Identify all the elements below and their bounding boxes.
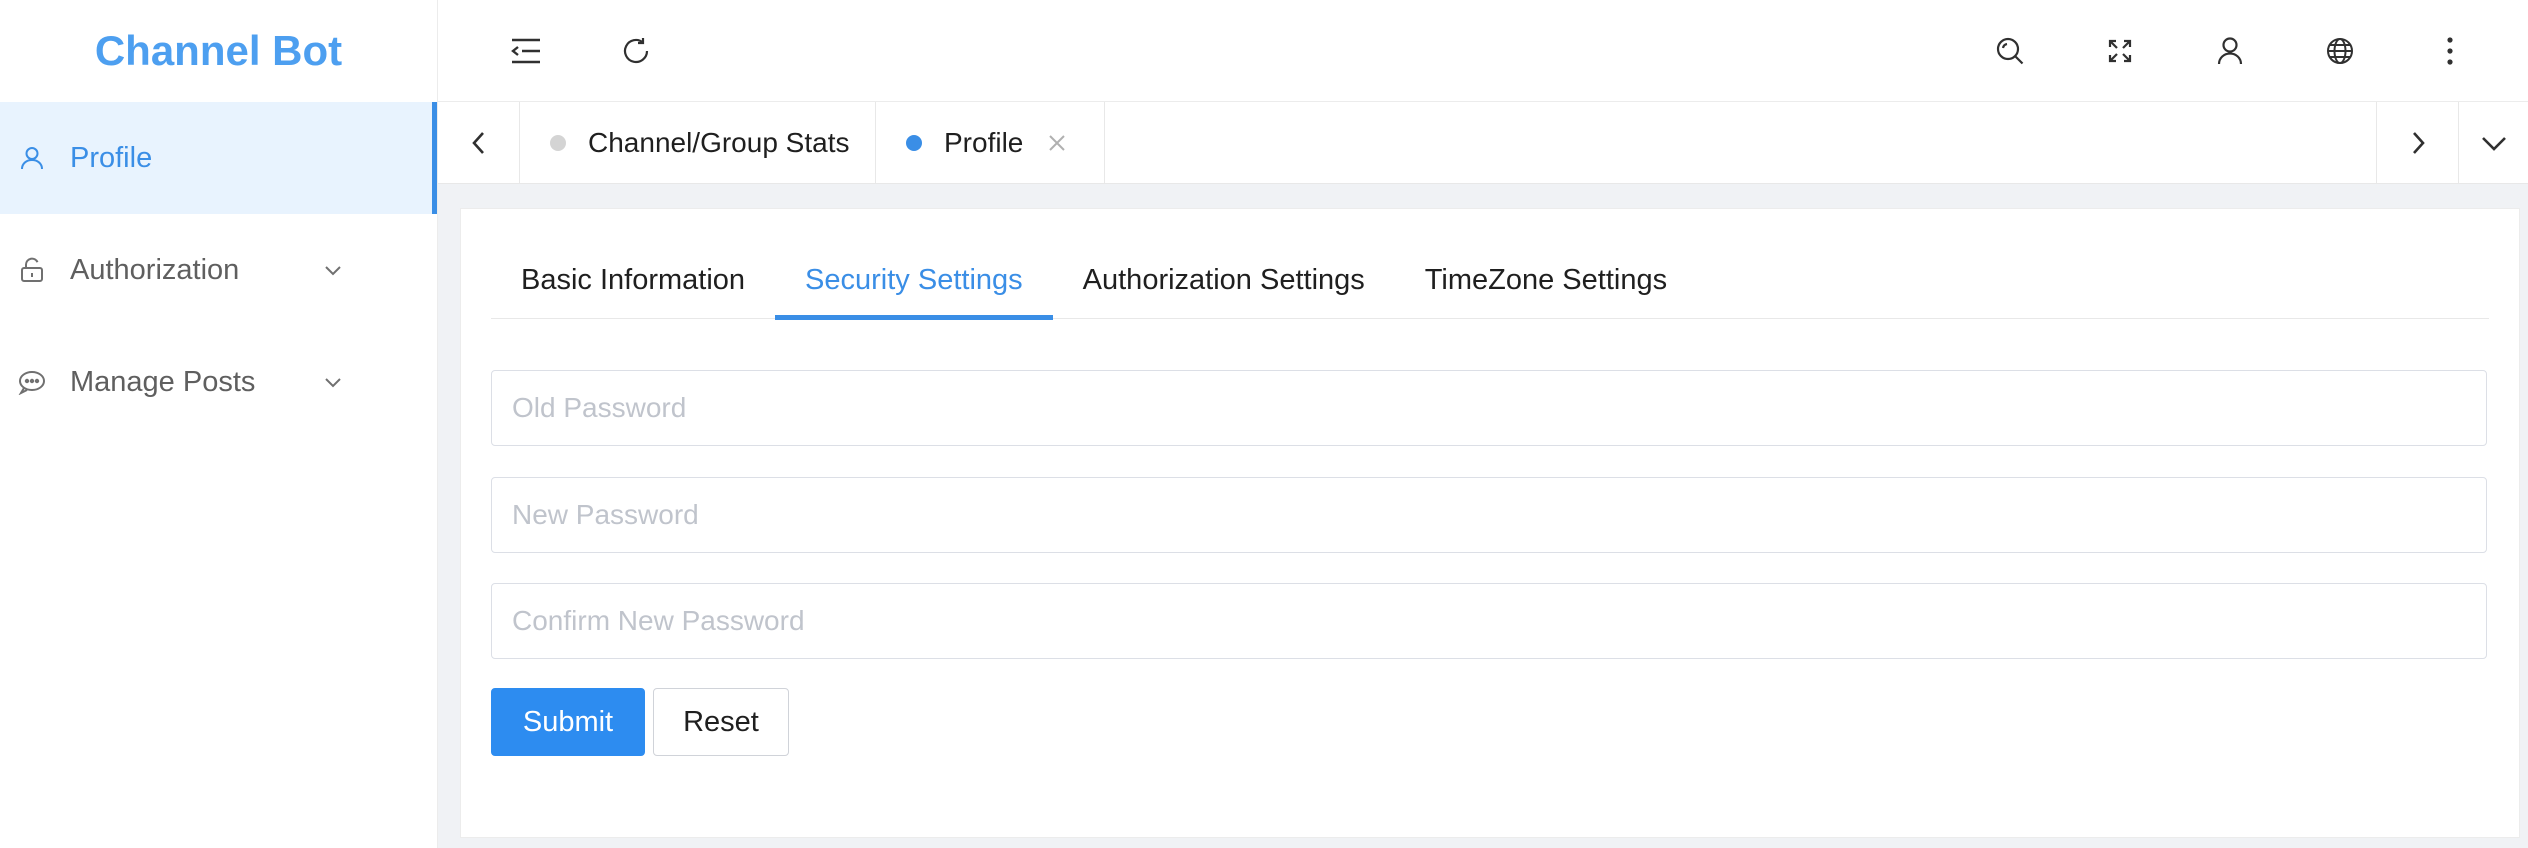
profile-tabs: Basic Information Security Settings Auth… [491, 241, 2489, 320]
submit-button[interactable]: Submit [491, 688, 645, 756]
sidebar: Channel Bot Profile Authorization Manage… [0, 0, 438, 848]
chevron-down-icon [2481, 137, 2506, 151]
tab-security-settings[interactable]: Security Settings [775, 241, 1053, 320]
globe-icon[interactable] [2318, 29, 2362, 73]
search-icon[interactable] [1988, 29, 2032, 73]
sidebar-item-manage-posts[interactable]: Manage Posts [0, 326, 437, 438]
tab-channel-group-stats[interactable]: Channel/Group Stats [520, 102, 876, 184]
sidebar-item-authorization[interactable]: Authorization [0, 214, 437, 326]
scroll-left-button[interactable] [438, 102, 520, 184]
user-icon[interactable] [2208, 29, 2252, 73]
new-password-field[interactable] [491, 477, 2487, 553]
top-header [438, 0, 2528, 102]
tabs-menu-button[interactable] [2458, 102, 2528, 184]
tab-timezone-settings[interactable]: TimeZone Settings [1395, 241, 1697, 319]
scroll-right-button[interactable] [2376, 102, 2458, 184]
tab-label: Profile [944, 127, 1024, 158]
sidebar-item-profile[interactable]: Profile [0, 102, 437, 214]
tab-profile[interactable]: Profile [876, 102, 1105, 184]
old-password-field[interactable] [491, 370, 2487, 446]
tab-authorization-settings[interactable]: Authorization Settings [1053, 241, 1395, 319]
open-tabs-bar: Channel/Group Stats Profile [438, 102, 2528, 184]
chevron-down-icon [325, 378, 341, 388]
app-title: Channel Bot [94, 27, 343, 74]
chevron-left-icon [471, 132, 484, 154]
tab-status-dot [550, 135, 566, 151]
reset-button[interactable]: Reset [653, 688, 789, 756]
user-icon [18, 144, 46, 172]
sidebar-item-label: Authorization [70, 253, 240, 286]
more-vertical-icon[interactable] [2428, 29, 2472, 73]
refresh-icon[interactable] [614, 29, 658, 73]
confirm-password-field[interactable] [491, 583, 2487, 659]
chevron-down-icon [325, 266, 341, 276]
lock-icon [18, 256, 46, 284]
close-icon[interactable] [1047, 133, 1067, 153]
fullscreen-icon[interactable] [2098, 29, 2142, 73]
tab-label: Channel/Group Stats [588, 127, 850, 158]
sidebar-item-label: Profile [70, 141, 153, 174]
tab-basic-information[interactable]: Basic Information [491, 241, 775, 319]
chevron-right-icon [2412, 132, 2425, 154]
sidebar-item-label: Manage Posts [70, 365, 256, 398]
chat-icon [18, 368, 46, 396]
profile-card: Basic Information Security Settings Auth… [460, 208, 2520, 838]
tab-status-dot [906, 135, 922, 151]
menu-collapse-icon[interactable] [504, 29, 548, 73]
